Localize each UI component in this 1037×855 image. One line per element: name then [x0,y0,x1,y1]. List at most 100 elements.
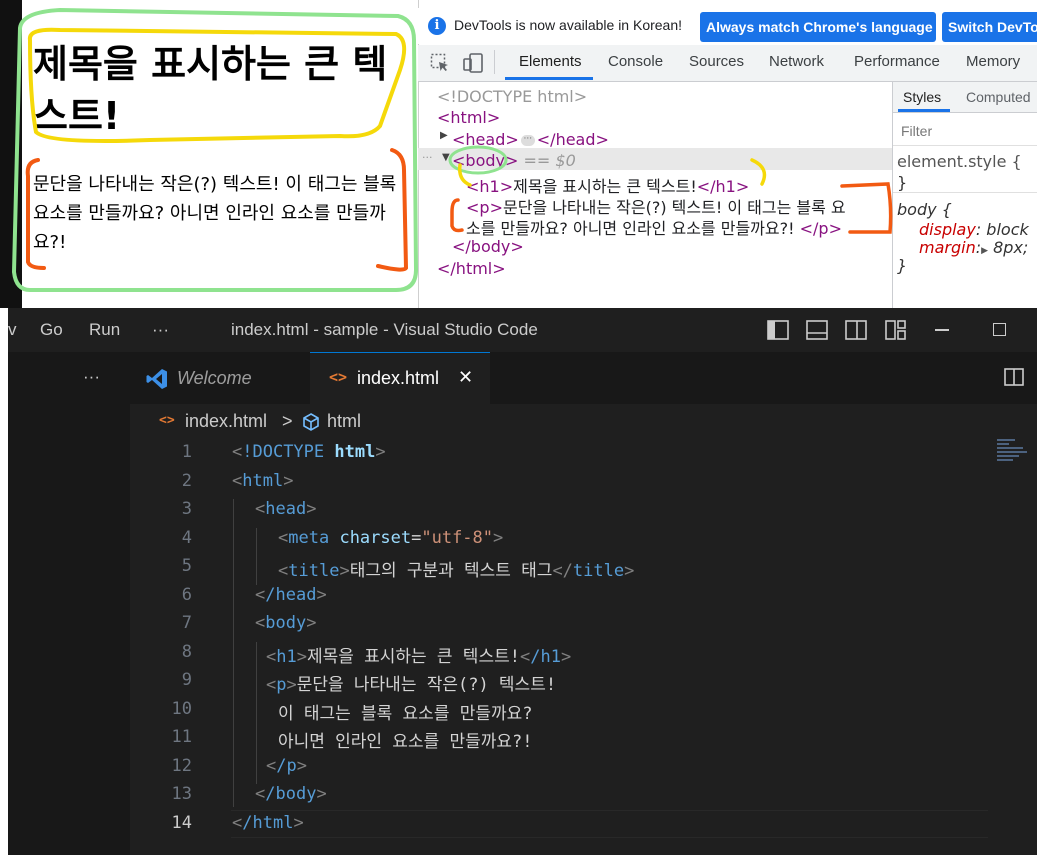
dom-body-close[interactable]: </body> [452,237,524,256]
toggle-panel-icon[interactable] [806,320,828,340]
code-token: title [572,561,625,581]
code-line-10: 이 태그는 블록 요소를 만들까요? [278,699,533,724]
dom-html-close[interactable]: </html> [437,259,506,278]
dom-body[interactable]: <body> == $0 [452,151,576,170]
ellipsis-icon[interactable]: ··· [520,135,535,146]
close-tab-icon[interactable]: ✕ [458,367,473,388]
code-line-2: <html> [232,471,294,491]
code-line-3: <head> [255,499,317,519]
code-token: p [276,675,287,695]
dom-html-open[interactable]: <html> [437,108,500,127]
indent-guide [256,528,257,585]
code-token: 이 태그는 블록 요소를 만들까요? [278,704,533,724]
code-line-7: <body> [255,613,317,633]
line-number: 10 [171,699,192,719]
line-number-current: 14 [171,813,192,833]
menu-go[interactable]: Go [40,320,63,340]
styles-tab-indicator [898,109,950,112]
infobar-message: DevTools is now available in Korean! [454,17,683,33]
code-token: charset [339,528,412,548]
code-token: "utf-8" [421,528,494,548]
margin-declaration[interactable]: margin:▶ 8px; [919,238,1028,257]
html-file-icon: <> [329,368,348,386]
element-style-rule[interactable]: element.style { [897,152,1022,171]
menu-view[interactable]: v [8,320,17,340]
dom-doctype[interactable]: <!DOCTYPE html> [437,87,587,106]
tab-styles[interactable]: Styles [903,89,941,105]
explorer-sidebar [8,352,130,855]
dom-p-close: </p> [799,219,842,238]
body-rule-selector[interactable]: body { [897,200,952,219]
page-paragraph: 문단을 나타내는 작은(?) 텍스트! 이 태그는 블록 요소를 만들까요? 아… [33,174,397,253]
toolbar-divider [494,50,495,74]
code-token: !DOCTYPE [242,442,325,462]
customize-layout-icon[interactable] [885,320,907,340]
body-rule-close: } [897,256,908,275]
line-number: 11 [171,727,192,747]
breadcrumb-file[interactable]: index.html [185,411,267,432]
breadcrumb-node[interactable]: html [327,411,361,432]
code-token: /html [242,813,294,833]
dom-eq-ref: == $0 [523,151,576,170]
styles-filter-input[interactable]: Filter [901,123,932,139]
line-number: 6 [181,585,192,605]
device-toolbar-icon[interactable] [462,52,484,74]
margin-val: 8px; [993,238,1029,257]
tab-network[interactable]: Network [769,53,824,70]
line-number: 13 [171,784,192,804]
code-token: 태그의 구분과 텍스트 태그 [349,561,553,581]
dom-head[interactable]: <head> ··· </head> [452,130,609,149]
node-actions-icon[interactable]: ··· [422,151,433,164]
expand-margin-icon[interactable]: ▶ [981,246,988,256]
tab-computed[interactable]: Computed [966,89,1031,105]
maximize-icon[interactable] [993,323,1006,336]
code-line-8: <h1>제목을 표시하는 큰 텍스트!</h1> [266,647,572,667]
line-number: 7 [181,613,192,633]
line-number: 2 [181,471,192,491]
minimize-icon[interactable] [935,329,949,331]
code-token: html [242,471,284,491]
inspect-element-icon[interactable] [430,53,450,73]
code-line-4: <meta charset="utf-8"> [278,528,504,548]
code-token: /p [276,756,297,776]
tab-index-label: index.html [357,368,440,388]
line-number: 1 [181,442,192,462]
breadcrumb-html-icon: <> [159,413,175,428]
line-number: 3 [181,499,192,519]
always-match-language-button[interactable]: Always match Chrome's language [700,12,936,42]
dom-p-line2[interactable]: 소를 만들까요? 아니면 인라인 요소를 만들까요?! </p> [466,215,842,239]
code-token: h1 [276,647,297,667]
display-val: block [986,220,1029,239]
display-prop: display [919,220,976,239]
tab-performance[interactable]: Performance [854,53,940,70]
element-cube-icon [301,412,321,432]
vscode-logo-icon [145,367,169,391]
line-number: 5 [181,556,192,576]
sidebar-more-icon[interactable]: ··· [83,367,100,387]
split-editor-icon[interactable] [1004,368,1024,386]
menu-run[interactable]: Run [89,320,120,340]
code-line-14: </html> [232,813,304,833]
tab-welcome-label: Welcome [177,368,252,388]
expand-head-icon[interactable]: ▶ [440,130,448,141]
code-token: html [334,442,376,462]
line-number: 9 [181,670,192,690]
tab-elements[interactable]: Elements [519,53,582,70]
code-token: meta [288,528,330,548]
toggle-secondary-sidebar-icon[interactable] [845,320,867,340]
collapse-body-icon[interactable]: ▼ [442,152,450,163]
line-number: 12 [171,756,192,776]
code-token: /body [265,784,317,804]
tab-memory[interactable]: Memory [966,53,1020,70]
switch-devtools-button[interactable]: Switch DevTo [942,12,1037,42]
window-edge [0,0,22,308]
code-line-5: <title>태그의 구분과 텍스트 태그</title> [278,561,635,581]
display-declaration[interactable]: display: block [919,220,1029,239]
tab-sources[interactable]: Sources [689,53,744,70]
tab-console[interactable]: Console [608,53,663,70]
toggle-sidebar-icon[interactable] [767,320,789,340]
code-line-9: <p>문단을 나타내는 작은(?) 텍스트! [266,675,557,695]
dom-p-text2: 소를 만들까요? 아니면 인라인 요소를 만들까요?! [466,219,795,238]
menu-more[interactable]: ··· [152,320,169,340]
minimap[interactable] [997,437,1037,467]
